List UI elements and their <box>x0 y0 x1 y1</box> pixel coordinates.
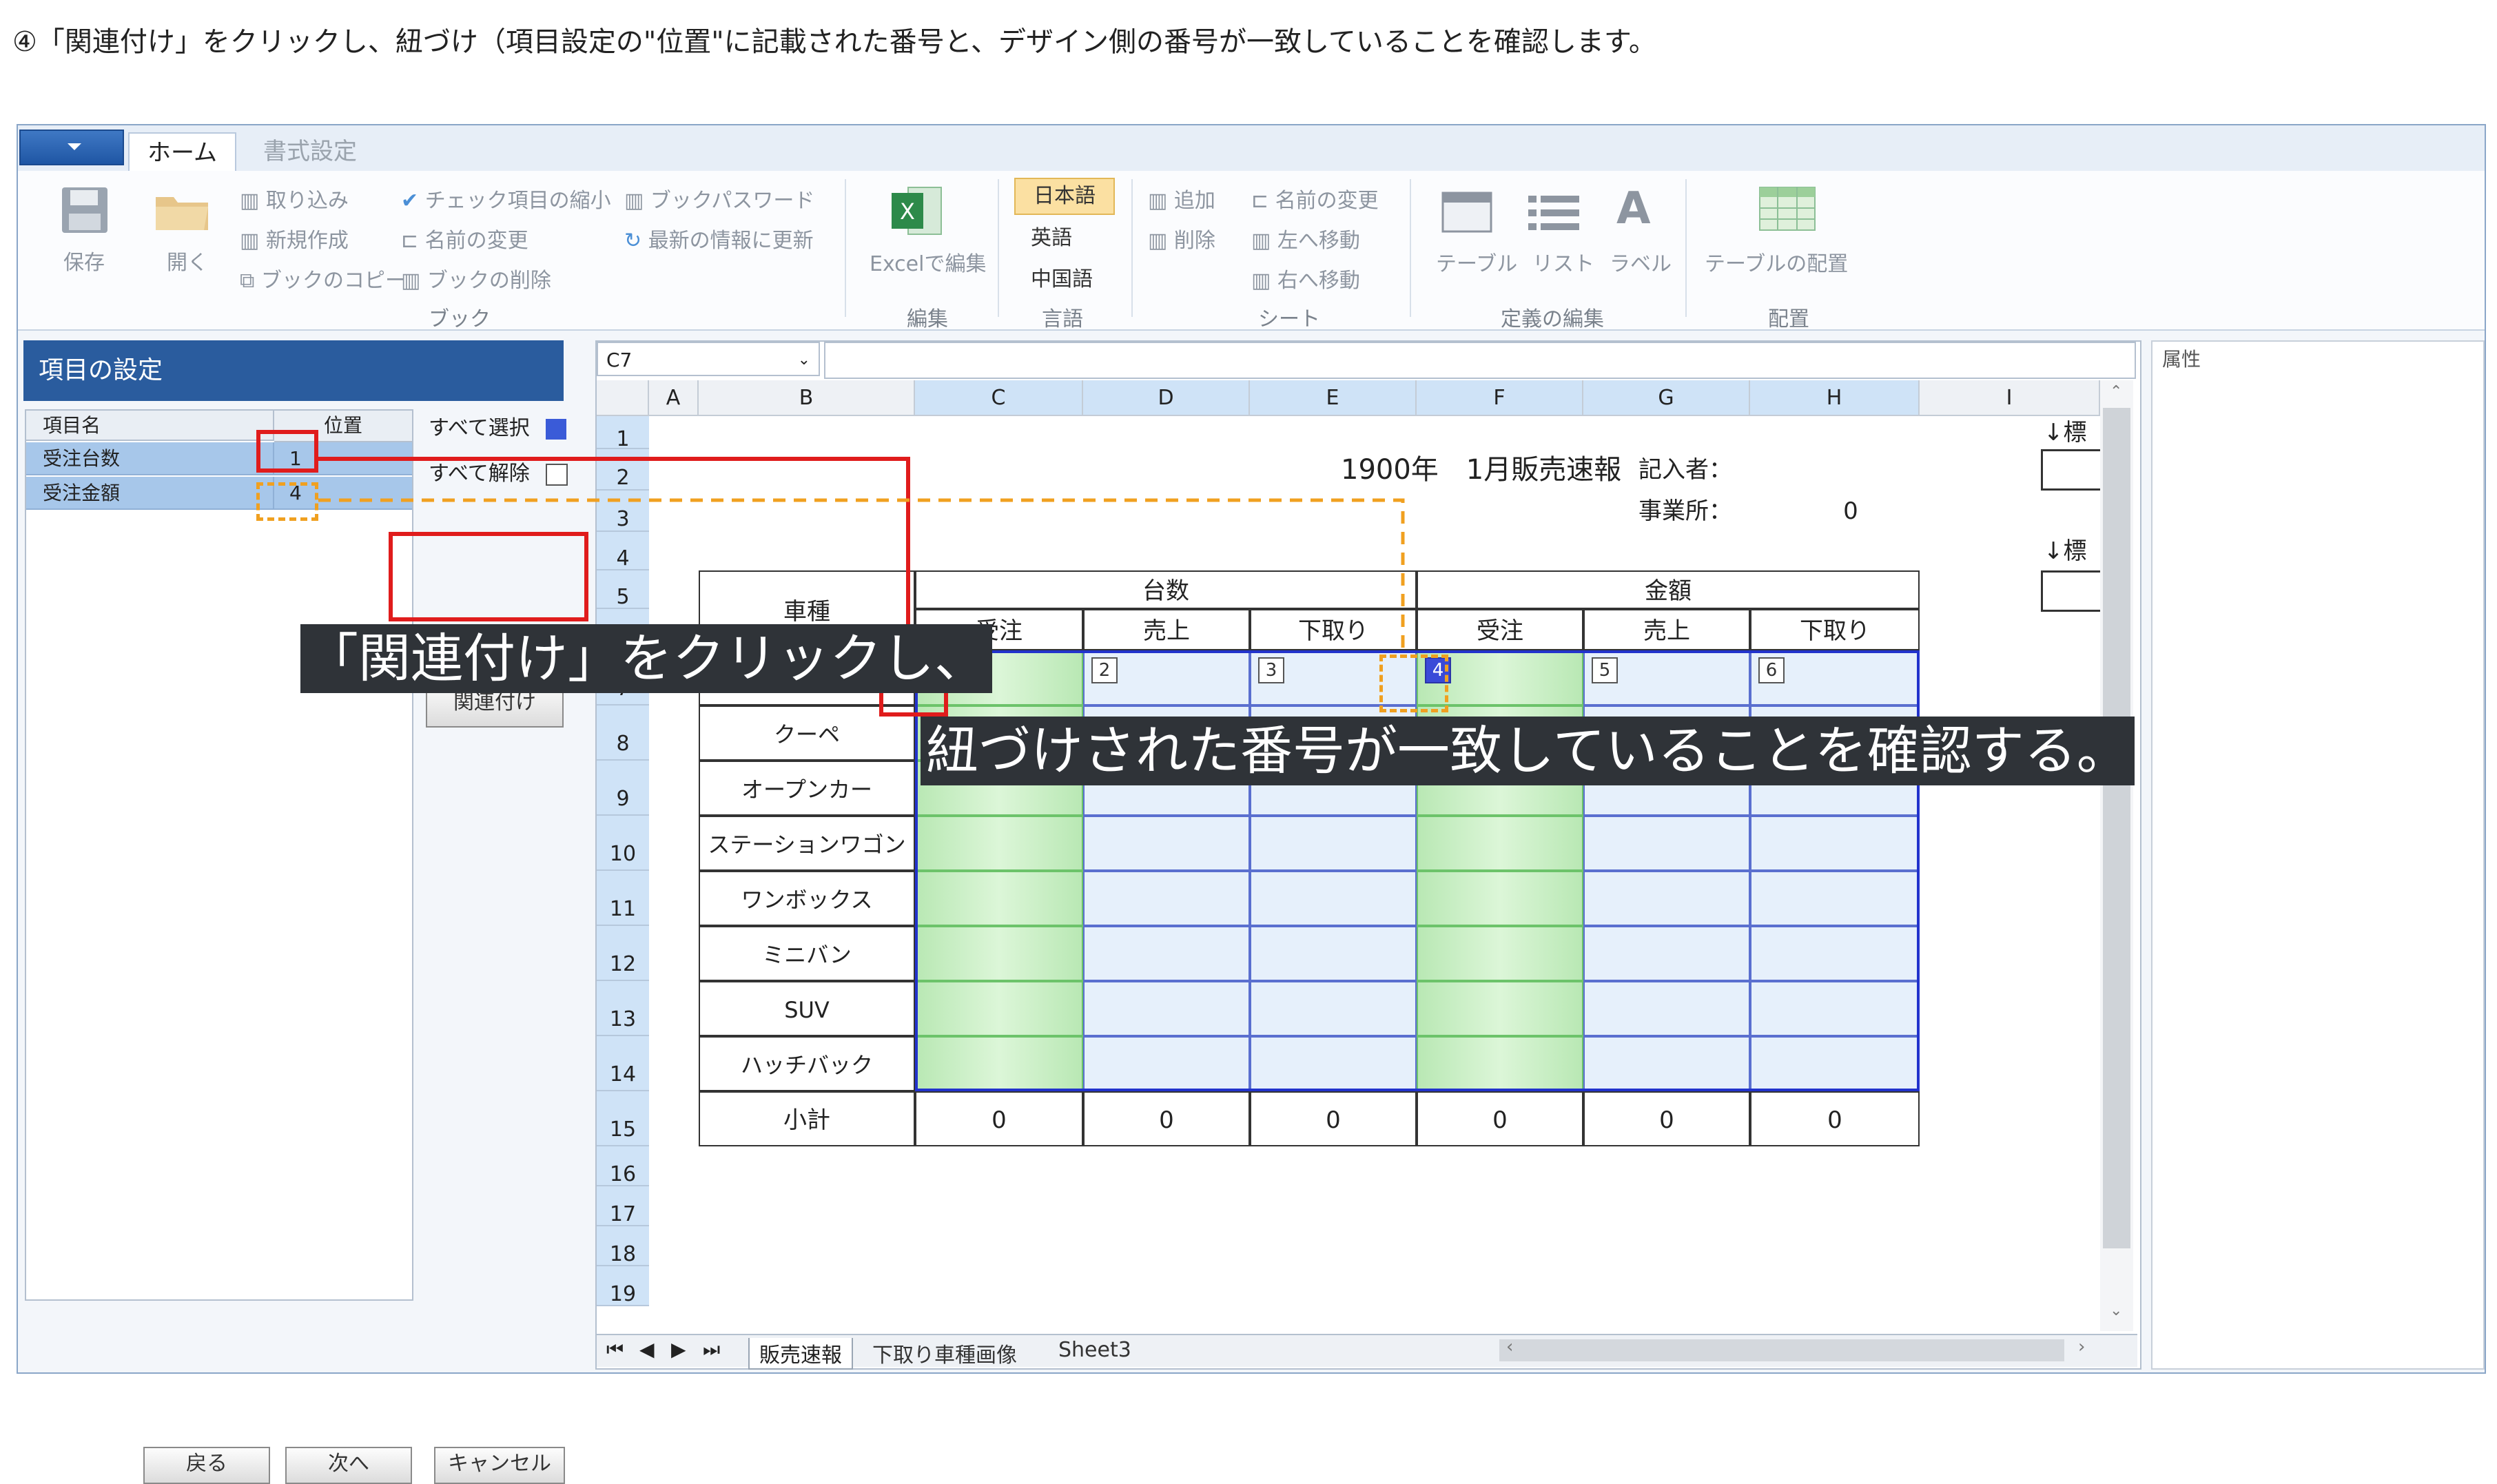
callout-click-link: 「関連付け」をクリックし、 <box>300 624 992 693</box>
cancel-button[interactable]: キャンセル <box>434 1447 565 1484</box>
connector-lines <box>318 457 1405 661</box>
callout-confirm-match: 紐づけされた番号が一致していることを確認する。 <box>921 717 2135 785</box>
next-button[interactable]: 次へ <box>285 1447 412 1484</box>
back-button[interactable]: 戻る <box>143 1447 270 1484</box>
